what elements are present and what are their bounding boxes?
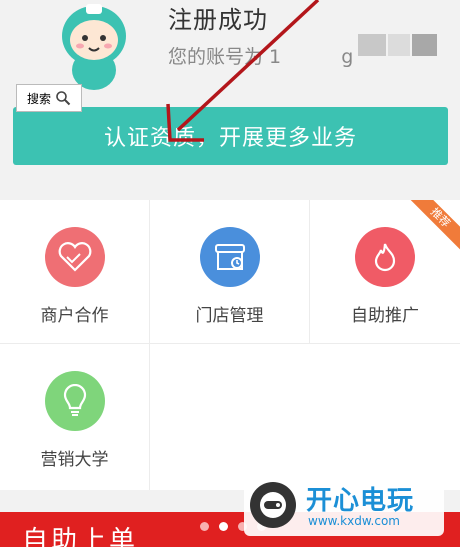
site-watermark: 开心电玩 www.kxdw.com <box>244 478 444 536</box>
carousel-dot-active[interactable] <box>219 522 228 531</box>
masked-block <box>388 34 410 56</box>
account-prefix: 您的账号为 1 <box>168 46 282 68</box>
mascot-icon <box>62 4 126 90</box>
recommend-badge: 推荐 <box>402 200 460 258</box>
grid-item-label: 营销大学 <box>40 450 109 470</box>
carousel-dot[interactable] <box>200 522 209 531</box>
store-icon <box>199 227 260 287</box>
grid-item-store-management[interactable]: 门店管理 <box>150 200 310 344</box>
grid-item-marketing-university[interactable]: 营销大学 <box>0 344 150 490</box>
page-title: 注册成功 <box>168 6 268 34</box>
lightbulb-icon <box>44 371 105 431</box>
search-label: 搜索 <box>26 91 51 106</box>
service-grid: 商户合作 门店管理 推荐 自助推广 营销大学 <box>0 200 460 490</box>
recommend-badge-text: 推荐 <box>406 200 460 252</box>
watermark-title: 开心电玩 <box>306 486 415 516</box>
grid-item-merchant-cooperation[interactable]: 商户合作 <box>0 200 150 344</box>
search-icon <box>56 91 71 106</box>
account-text: 您的账号为 1 g <box>168 42 353 69</box>
handshake-heart-icon <box>44 227 105 287</box>
account-masked: g <box>341 46 354 68</box>
grid-item-label: 门店管理 <box>195 306 264 326</box>
banner-text: 自助上单 <box>22 526 139 547</box>
grid-item-self-promotion[interactable]: 推荐 自助推广 <box>310 200 460 344</box>
grid-item-label: 自助推广 <box>351 306 419 326</box>
watermark-logo-icon <box>250 482 296 528</box>
grid-item-label: 商户合作 <box>40 306 109 326</box>
verify-qualification-button[interactable]: 认证资质，开展更多业务 <box>13 107 448 165</box>
search-button[interactable]: 搜索 <box>16 84 82 112</box>
watermark-url: www.kxdw.com <box>308 514 400 528</box>
masked-block <box>412 34 437 56</box>
masked-block <box>358 34 386 56</box>
success-header: 注册成功 您的账号为 1 g 认证资质，开展更多业务 搜索 <box>0 0 460 200</box>
